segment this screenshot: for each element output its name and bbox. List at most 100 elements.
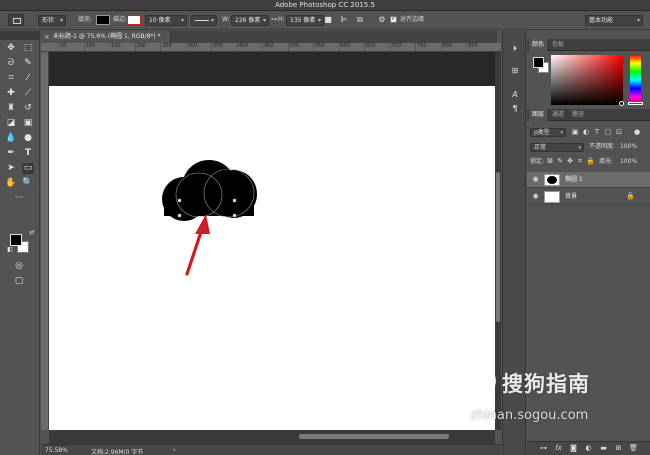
quick-select-tool-icon[interactable]: ✎	[22, 58, 34, 69]
hand-tool-icon[interactable]: ✋	[5, 178, 17, 189]
tools-panel-header[interactable]	[0, 31, 40, 40]
ruler-tick-label: 50	[60, 43, 67, 49]
tool-mode-select[interactable]: 形状	[38, 15, 66, 26]
layer-style-icon[interactable]: fx	[554, 444, 563, 453]
document-tab[interactable]: × 未标题-1 @ 75.6% (椭圆 1, RGB/8*) *	[41, 31, 171, 43]
tool-preset-picker[interactable]	[8, 14, 24, 26]
workspace-select[interactable]: 基本功能	[585, 15, 643, 26]
tab-paths[interactable]: 路径	[569, 109, 587, 121]
shape-filter-icon[interactable]: ▢	[604, 128, 612, 137]
gradient-tool-icon[interactable]: ▣	[22, 118, 34, 129]
dodge-tool-icon[interactable]: ●	[22, 133, 34, 144]
pixel-filter-icon[interactable]: ▣	[571, 128, 579, 137]
swap-colors-icon[interactable]: ⇄	[26, 227, 38, 238]
quick-mask-icon[interactable]: ◎	[13, 261, 25, 272]
brush-tool-icon[interactable]: ⟋	[22, 88, 34, 99]
fill-swatch[interactable]	[96, 15, 110, 25]
layer-mask-icon[interactable]: ◙	[569, 444, 578, 453]
layer-thumbnail[interactable]	[544, 174, 560, 186]
layer-row[interactable]: ◉ 背景 🔒	[527, 189, 650, 205]
ruler-tick-line	[236, 43, 238, 51]
tab-color[interactable]: 颜色	[529, 39, 548, 51]
lock-position-icon[interactable]: ✥	[566, 157, 574, 166]
crop-tool-icon[interactable]: ⌗	[5, 73, 17, 84]
status-menu-arrow-icon[interactable]: ›	[173, 446, 176, 454]
lock-artboard-icon[interactable]: ⌗	[576, 157, 584, 166]
path-arrangement-icon[interactable]: ⧉	[354, 14, 366, 26]
move-tool-icon[interactable]: ✥	[5, 43, 17, 54]
document-canvas[interactable]	[49, 86, 495, 430]
lasso-tool-icon[interactable]: ᘐ	[5, 58, 17, 69]
path-alignment-icon[interactable]: ⊫	[338, 14, 350, 26]
blend-mode-select[interactable]: 正常	[530, 143, 584, 152]
eyedropper-tool-icon[interactable]: ⁄	[22, 73, 34, 84]
path-operations-icon[interactable]: ■	[322, 14, 334, 26]
adjustment-filter-icon[interactable]: ◐	[582, 128, 590, 137]
history-panel-icon[interactable]: ⏵	[509, 43, 521, 55]
smart-object-filter-icon[interactable]: ⊡	[615, 128, 623, 137]
zoom-tool-icon[interactable]: 🔍	[22, 178, 34, 189]
tab-channels[interactable]: 通道	[549, 109, 567, 121]
ruler-tick-line	[109, 43, 110, 51]
history-brush-tool-icon[interactable]: ↺	[22, 103, 34, 114]
lock-transparent-icon[interactable]: ⊠	[546, 157, 554, 166]
screen-mode-icon[interactable]: ▢	[13, 276, 25, 287]
layer-row[interactable]: ◉ 椭圆 1	[527, 172, 650, 188]
horizontal-ruler: 50 100 150 200 250 300 350 400 450 500 550 600 650 70…	[41, 43, 501, 52]
eye-icon[interactable]: ◉	[531, 192, 540, 201]
healing-brush-tool-icon[interactable]: ✚	[5, 88, 17, 99]
color-saturation-field[interactable]	[551, 55, 623, 105]
eraser-tool-icon[interactable]: ◪	[5, 118, 17, 129]
lock-image-icon[interactable]: ✎	[556, 157, 564, 166]
eye-icon[interactable]: ◉	[531, 175, 540, 184]
blur-tool-icon[interactable]: 💧	[5, 133, 17, 144]
type-tool-icon[interactable]: T	[22, 148, 34, 159]
fill-label: 填充:	[599, 158, 614, 165]
ruler-tick-label: 800	[442, 43, 453, 49]
horizontal-scroll-thumb[interactable]	[299, 434, 449, 439]
fill-value[interactable]: 100%	[620, 157, 637, 167]
more-tools-icon[interactable]: ···	[13, 193, 25, 204]
hue-slider-marker[interactable]	[628, 102, 643, 105]
layer-name[interactable]: 椭圆 1	[565, 176, 583, 184]
layer-kind-filter[interactable]: ρ类型	[530, 128, 566, 137]
gear-icon[interactable]: ⚙	[376, 14, 388, 26]
layer-thumbnail[interactable]	[544, 191, 560, 203]
link-icon[interactable]: ⊶	[271, 16, 277, 24]
new-layer-icon[interactable]: ⊞	[614, 444, 623, 453]
character-panel-icon[interactable]: A	[509, 89, 521, 101]
vertical-scroll-thumb[interactable]	[496, 172, 500, 322]
pen-tool-icon[interactable]: ✒	[5, 148, 17, 159]
horizontal-scrollbar[interactable]	[49, 430, 495, 444]
clone-stamp-tool-icon[interactable]: ♜	[5, 103, 17, 114]
path-selection-tool-icon[interactable]: ➤	[5, 163, 17, 174]
stroke-swatch[interactable]	[127, 15, 141, 25]
foreground-color-swatch[interactable]	[10, 234, 22, 246]
marquee-tool-icon[interactable]: ⬚	[22, 43, 34, 54]
adjustment-layer-icon[interactable]: ◐	[584, 444, 593, 453]
ellipse-tool-icon[interactable]: ▭	[22, 163, 34, 174]
trash-icon[interactable]: 🗑	[629, 444, 638, 453]
tab-layers[interactable]: 图层	[529, 109, 548, 121]
paragraph-panel-icon[interactable]: ¶	[509, 103, 521, 115]
width-input[interactable]: 226 像素	[231, 15, 269, 26]
close-tab-icon[interactable]: ×	[44, 31, 50, 43]
hue-slider[interactable]	[630, 55, 641, 105]
lock-all-icon[interactable]: 🔒	[586, 157, 595, 166]
zoom-level[interactable]: 75.58%	[45, 447, 68, 454]
link-layers-icon[interactable]: ⊶	[539, 444, 548, 453]
layer-name[interactable]: 背景	[565, 193, 577, 201]
new-group-icon[interactable]: ▬	[599, 444, 608, 453]
stroke-width-select[interactable]: 10 像素	[145, 15, 187, 26]
height-input[interactable]: 135 像素	[286, 15, 324, 26]
panel-foreground-swatch[interactable]	[533, 57, 544, 68]
tab-swatches[interactable]: 色板	[549, 39, 567, 51]
opacity-value[interactable]: 100%	[620, 142, 637, 152]
align-edges-checkbox[interactable]	[390, 15, 397, 23]
properties-panel-icon[interactable]: ⊞	[509, 65, 521, 77]
filter-toggle-icon[interactable]: ●	[633, 128, 641, 137]
type-filter-icon[interactable]: T	[593, 128, 601, 137]
stroke-type-select[interactable]	[191, 15, 217, 26]
color-picker-marker[interactable]	[619, 101, 624, 106]
canvas-drawing	[162, 160, 257, 276]
